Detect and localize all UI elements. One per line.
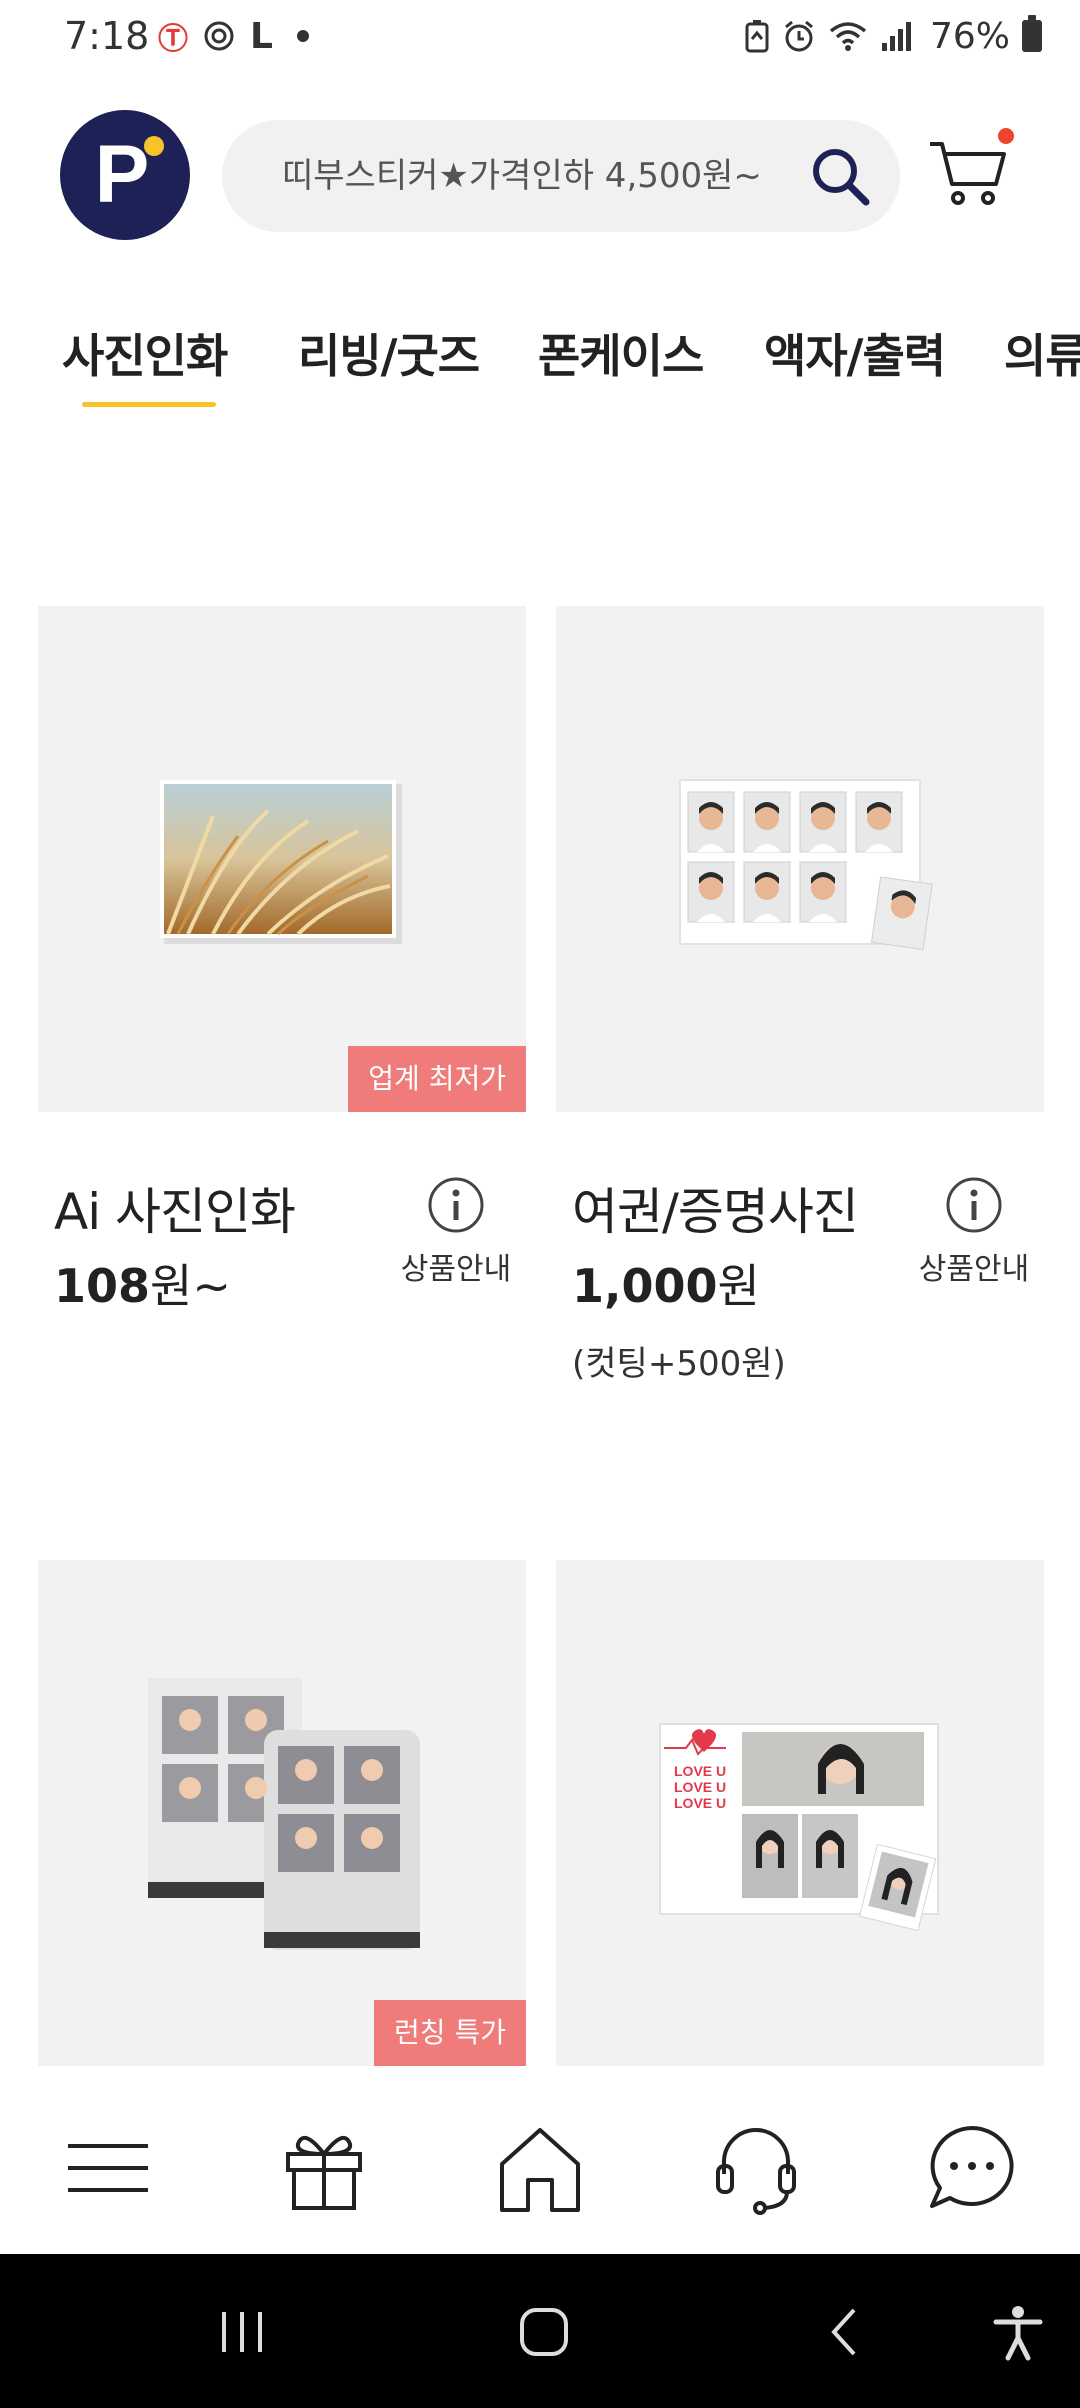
- status-right-icons: 76%: [744, 15, 1042, 57]
- grass-photo-icon: [160, 780, 402, 944]
- logo-dot: [144, 136, 164, 156]
- price-unit: 원: [717, 1259, 760, 1313]
- back-button[interactable]: [816, 2302, 876, 2362]
- headset-icon: [716, 2128, 796, 2215]
- brand-logo[interactable]: P: [60, 110, 190, 240]
- tab-clothing[interactable]: 의류: [1004, 320, 1080, 386]
- t-icon: Ⓣ: [158, 22, 188, 57]
- system-home-button[interactable]: [514, 2302, 574, 2362]
- alarm-icon: [785, 20, 813, 52]
- tab-photo-print[interactable]: 사진인화: [62, 320, 228, 386]
- battery-saver-icon: [745, 20, 769, 53]
- product-card[interactable]: 런칭 특가: [38, 1560, 526, 2066]
- menu-button[interactable]: [60, 2120, 156, 2216]
- lowest-price-badge: 업계 최저가: [348, 1046, 526, 1112]
- info-label: 상품안내: [918, 1252, 1030, 1287]
- l-icon: L: [250, 15, 273, 57]
- product-image[interactable]: 업계 최저가: [38, 606, 526, 1112]
- info-label: 상품안내: [400, 1252, 512, 1287]
- info-icon: [428, 1177, 484, 1233]
- cart-icon[interactable]: [926, 128, 1010, 212]
- search-placeholder: 띠부스티커★가격인하 4,500원~: [282, 156, 762, 196]
- photo-booth-strip-icon: [148, 1678, 420, 1950]
- product-title[interactable]: Ai 사진인화: [54, 1172, 296, 1244]
- price-value: 1,000: [572, 1259, 718, 1313]
- home-button[interactable]: [492, 2120, 588, 2216]
- tab-frame-print[interactable]: 액자/출력: [764, 320, 946, 386]
- info-icon: [946, 1177, 1002, 1233]
- product-note: (컷팅+500원): [572, 1344, 786, 1384]
- wifi-icon: [829, 22, 867, 51]
- id-photo-sheet-icon: [679, 779, 933, 951]
- gift-button[interactable]: [276, 2120, 372, 2216]
- product-card[interactable]: 업계 최저가 Ai 사진인화 108원~ 상품안내: [38, 606, 526, 1313]
- category-tabs: 사진인화 리빙/굿즈 폰케이스 액자/출력 의류: [0, 320, 1080, 410]
- product-card[interactable]: 여권/증명사진 1,000원 (컷팅+500원) 상품안내: [556, 606, 1044, 1384]
- target-icon: [204, 21, 234, 51]
- product-price: 108원~: [54, 1250, 231, 1316]
- battery-percentage: 76%: [929, 15, 1010, 57]
- dot-icon: [296, 30, 309, 42]
- search-bar[interactable]: 띠부스티커★가격인하 4,500원~: [222, 120, 900, 232]
- gift-icon: [286, 2135, 362, 2210]
- signal-icon: [881, 22, 911, 51]
- product-title[interactable]: 여권/증명사진: [572, 1172, 859, 1244]
- status-bar: 7:18 Ⓣ L 76%: [0, 0, 1080, 76]
- system-navigation-bar: [0, 2254, 1080, 2408]
- tab-living-goods[interactable]: 리빙/굿즈: [298, 320, 480, 386]
- product-info-button[interactable]: 상품안내: [904, 1176, 1044, 1306]
- logo-letter: P: [94, 129, 150, 220]
- recents-icon: [222, 2312, 262, 2352]
- tab-phone-case[interactable]: 폰케이스: [538, 320, 704, 386]
- product-image[interactable]: LOVE U LOVE U LOVE U: [556, 1560, 1044, 2066]
- menu-icon: [68, 2144, 148, 2192]
- recents-button[interactable]: [212, 2302, 272, 2362]
- product-card[interactable]: LOVE U LOVE U LOVE U: [556, 1560, 1044, 2066]
- svg-text:LOVE U: LOVE U: [674, 1795, 726, 1811]
- status-time: 7:18: [64, 14, 150, 58]
- status-left-icons: Ⓣ L: [158, 15, 309, 57]
- accessibility-icon: [993, 2306, 1043, 2361]
- cart-notification-dot: [998, 128, 1014, 144]
- home-circle-icon: [520, 2308, 568, 2356]
- chat-icon: [930, 2126, 1014, 2208]
- product-image[interactable]: [556, 606, 1044, 1112]
- svg-text:LOVE U: LOVE U: [674, 1779, 726, 1795]
- price-unit: 원~: [150, 1259, 231, 1313]
- svg-text:LOVE U: LOVE U: [674, 1763, 726, 1779]
- active-tab-indicator: [82, 402, 216, 407]
- search-icon[interactable]: [808, 144, 872, 208]
- product-image[interactable]: 런칭 특가: [38, 1560, 526, 2066]
- battery-icon: [1022, 15, 1042, 52]
- price-value: 108: [54, 1259, 151, 1313]
- home-icon: [500, 2128, 580, 2212]
- love-u-photo-card-icon: LOVE U LOVE U LOVE U: [659, 1723, 939, 1932]
- chat-button[interactable]: [924, 2120, 1020, 2216]
- back-icon: [831, 2308, 856, 2356]
- accessibility-button[interactable]: [988, 2302, 1048, 2362]
- customer-service-button[interactable]: [708, 2120, 804, 2216]
- launch-sale-badge: 런칭 특가: [374, 2000, 526, 2066]
- product-price: 1,000원: [572, 1250, 760, 1316]
- product-info-button[interactable]: 상품안내: [386, 1176, 526, 1306]
- app-screen: 7:18 Ⓣ L 76% P 띠부스티커★가격인하 4,500원~ 사진인화 리…: [0, 0, 1080, 2408]
- bottom-navigation: [0, 2082, 1080, 2254]
